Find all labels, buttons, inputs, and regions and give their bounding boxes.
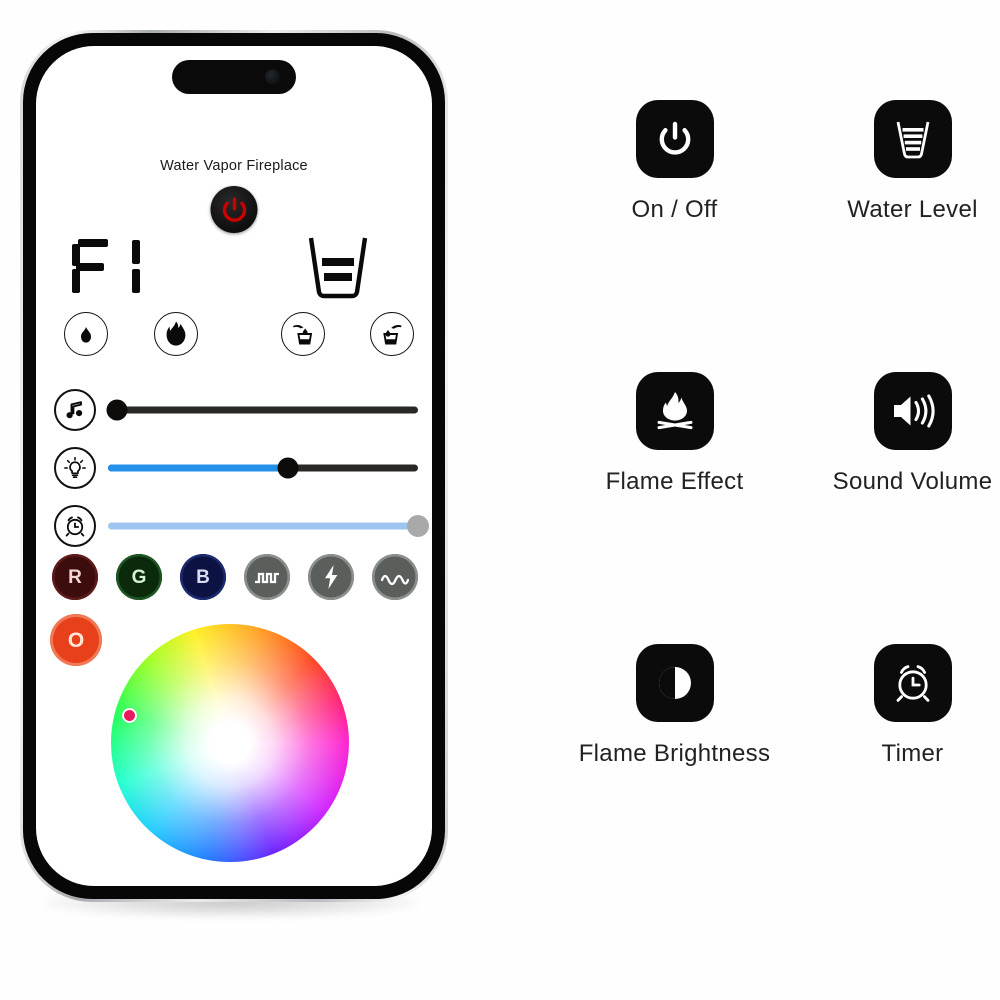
legend-item-water-level: Water Level <box>790 100 1000 224</box>
water-increase-button[interactable] <box>370 312 414 356</box>
legend-item-sound-volume: Sound Volume <box>790 372 1000 496</box>
color-mode-label: G <box>131 566 147 588</box>
color-mode-selected-row: O <box>50 614 110 670</box>
water-decrease-button[interactable] <box>281 312 325 356</box>
alarm-clock-icon <box>896 665 929 702</box>
legend-item-on-off: On / Off <box>552 100 797 224</box>
screenshot-canvas: Water Vapor Fireplace R G B O On / Off W… <box>0 0 1000 1000</box>
slider-thumb[interactable] <box>277 457 299 479</box>
seven-segment-F1 <box>72 239 140 293</box>
legend-label: Flame Brightness <box>578 740 771 767</box>
square-wave-icon <box>255 572 279 584</box>
phone-mockup: Water Vapor Fireplace R G B O <box>8 30 458 935</box>
color-mode-square-wave-button[interactable] <box>244 554 290 600</box>
color-mode-blue-button[interactable]: B <box>180 554 226 600</box>
water-level-indicator <box>302 234 374 302</box>
slider-fill <box>108 464 288 472</box>
color-wheel-handle[interactable] <box>122 708 137 723</box>
color-mode-label: O <box>67 628 85 652</box>
glass-water-level-icon <box>896 121 929 159</box>
legend-tile <box>635 372 714 450</box>
color-mode-sine-wave-button[interactable] <box>372 554 418 600</box>
contrast-half-circle-icon <box>658 667 691 699</box>
legend-label: Sound Volume <box>832 468 993 495</box>
legend-tile <box>873 372 952 450</box>
sound-volume-slider-row <box>54 388 418 432</box>
color-mode-red-button[interactable]: R <box>52 554 98 600</box>
slider-track[interactable] <box>108 406 418 414</box>
legend-tile <box>635 100 714 178</box>
phone-screen: Water Vapor Fireplace R G B O <box>36 46 432 886</box>
speaker-volume-icon <box>893 394 935 428</box>
app-title: Water Vapor Fireplace <box>160 158 308 174</box>
flame-brightness-slider[interactable] <box>108 447 418 489</box>
color-mode-flash-button[interactable] <box>308 554 354 600</box>
legend-tile <box>635 644 714 722</box>
mode-display <box>64 236 214 298</box>
legend-label: Water Level <box>847 196 978 223</box>
power-button[interactable] <box>210 186 258 233</box>
small-flame-icon <box>81 327 91 343</box>
color-mode-orange-button[interactable]: O <box>50 614 102 666</box>
legend-label: Timer <box>881 740 944 767</box>
power-icon <box>659 121 690 155</box>
slider-thumb[interactable] <box>106 399 128 421</box>
power-icon <box>222 196 246 222</box>
large-flame-icon <box>166 321 186 346</box>
flame-high-button[interactable] <box>154 312 198 356</box>
hue-saturation-wheel[interactable] <box>111 624 349 862</box>
flame-low-button[interactable] <box>64 312 108 356</box>
lightning-bolt-icon <box>325 565 338 589</box>
alarm-clock-icon <box>54 505 96 547</box>
slider-thumb[interactable] <box>407 515 429 537</box>
light-bulb-icon <box>54 447 96 489</box>
campfire-icon <box>657 392 692 430</box>
mode-button-row <box>54 312 414 360</box>
color-mode-label: B <box>196 566 210 588</box>
timer-slider[interactable] <box>108 505 429 547</box>
flame-brightness-slider-row <box>54 446 418 490</box>
feature-legend: On / Off Water Level Flame Effect Sound … <box>510 100 1000 840</box>
water-pour-out-glass-icon <box>383 324 402 345</box>
color-mode-row: R G B <box>52 554 420 602</box>
legend-item-flame-brightness: Flame Brightness <box>552 644 797 768</box>
legend-item-flame-effect: Flame Effect <box>552 372 797 496</box>
dynamic-island-notch <box>172 60 296 94</box>
legend-tile <box>873 644 952 722</box>
music-note-icon <box>54 389 96 431</box>
glass-water-level-icon <box>308 237 368 299</box>
legend-item-timer: Timer <box>790 644 1000 768</box>
color-mode-green-button[interactable]: G <box>116 554 162 600</box>
color-mode-label: R <box>68 566 82 588</box>
sound-volume-slider[interactable] <box>106 389 418 431</box>
legend-label: On / Off <box>631 196 718 223</box>
slider-track[interactable] <box>108 522 418 530</box>
sine-wave-icon <box>381 574 409 586</box>
water-drop-into-glass-icon <box>293 325 313 345</box>
timer-slider-row <box>54 504 429 548</box>
legend-tile <box>873 100 952 178</box>
legend-label: Flame Effect <box>605 468 744 495</box>
front-camera-icon <box>265 69 280 85</box>
